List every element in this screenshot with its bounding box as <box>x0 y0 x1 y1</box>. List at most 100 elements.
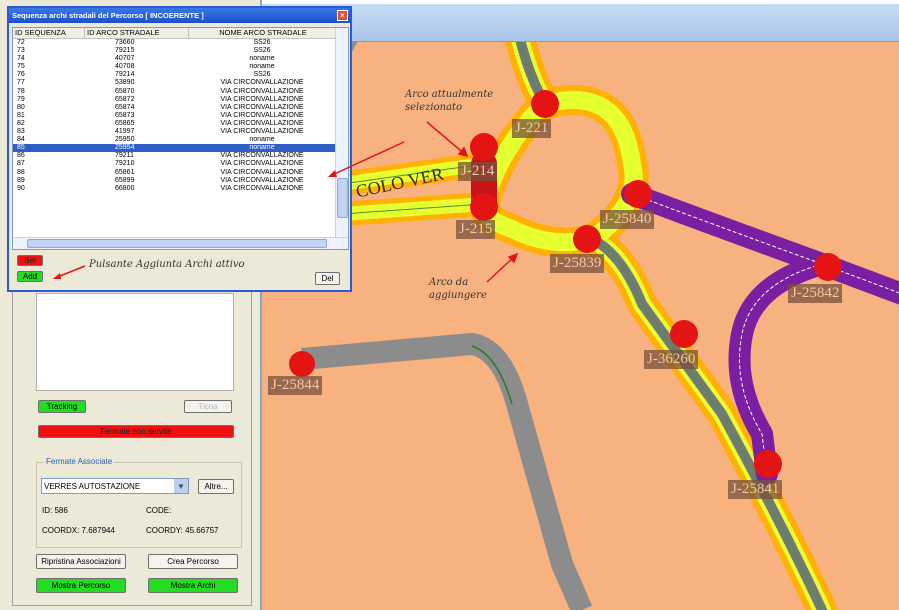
table-cell: VIA CIRCONVALLAZIONE <box>220 103 304 111</box>
coordx-label: COORDX: 7.687944 <box>42 526 115 535</box>
table-cell: 72 <box>17 39 25 46</box>
junction-label-25842: J-25842 <box>788 284 843 303</box>
table-cell: 79214 <box>115 71 135 79</box>
table-cell: 88 <box>17 168 25 176</box>
add-button[interactable]: Add <box>17 271 43 282</box>
table-cell: 78 <box>17 87 25 95</box>
del-button[interactable]: Del <box>315 272 340 285</box>
scrollbar-thumb[interactable] <box>27 239 327 248</box>
table-cell: VIA CIRCONVALLAZIONE <box>220 79 304 87</box>
fermate-list[interactable] <box>36 293 234 391</box>
fermate-associate-group <box>36 462 242 548</box>
table-cell: SS26 <box>253 47 271 55</box>
code-label: CODE: <box>146 506 172 515</box>
table-cell: 65865 <box>115 119 135 127</box>
column-header-id-arco[interactable]: ID ARCO STRADALE <box>85 28 189 38</box>
table-cell: 85 <box>17 144 25 152</box>
table-row[interactable]: 80 65874 VIA CIRCONVALLAZIONE <box>13 104 348 112</box>
sel-button[interactable]: Sel <box>17 255 43 266</box>
table-cell: 40708 <box>115 63 135 71</box>
table-cell: 87 <box>17 160 25 168</box>
close-icon[interactable]: × <box>337 10 348 21</box>
grid-body: 72 73660 SS26 73 79215 SS26 74 40707 noname 75 407… <box>13 39 348 193</box>
table-row[interactable]: 74 40707 noname <box>13 55 348 63</box>
table-row[interactable]: 77 53890 VIA CIRCONVALLAZIONE <box>13 79 348 87</box>
mostra-percorso-button[interactable]: Mostra Percorso <box>36 578 126 593</box>
dialog-titlebar[interactable]: Sequenza archi stradali del Percorso [ I… <box>9 8 350 23</box>
table-cell: VIA CIRCONVALLAZIONE <box>220 111 304 119</box>
coordy-label: COORDY: 45.66757 <box>146 526 219 535</box>
table-row[interactable]: 76 79214 SS26 <box>13 71 348 79</box>
annotation-selected-arc: Arco attualmente selezionato <box>405 89 494 113</box>
junction-label-214: J-214 <box>458 162 498 181</box>
table-row[interactable]: 88 65861 VIA CIRCONVALLAZIONE <box>13 169 348 177</box>
junction-label-25844: J-25844 <box>268 376 323 395</box>
table-cell: VIA CIRCONVALLAZIONE <box>220 87 304 95</box>
table-row[interactable]: 78 65870 VIA CIRCONVALLAZIONE <box>13 88 348 96</box>
map-canvas[interactable]: COLO VER J-221 J-214 J-215 J-25840 J-258… <box>262 4 899 610</box>
mostra-archi-button[interactable]: Mostra Archi <box>148 578 238 593</box>
table-cell: noname <box>249 63 275 71</box>
table-cell: 82 <box>17 119 25 127</box>
table-row[interactable]: 82 65865 VIA CIRCONVALLAZIONE <box>13 120 348 128</box>
table-cell: 53890 <box>115 79 135 87</box>
table-row[interactable]: 87 79210 VIA CIRCONVALLAZIONE <box>13 160 348 168</box>
junction-label-25839: J-25839 <box>550 254 605 273</box>
table-cell: 80 <box>17 103 25 111</box>
table-row[interactable]: 84 25950 noname <box>13 136 348 144</box>
junction-label-25840: J-25840 <box>600 210 655 229</box>
table-row[interactable]: 85 25954 noname <box>13 144 348 153</box>
fermata-select-value: VERRES AUTOSTAZIONE <box>44 481 141 491</box>
table-cell: 65873 <box>115 111 135 119</box>
table-row[interactable]: 72 73660 SS26 <box>13 39 348 47</box>
table-row[interactable]: 73 79215 SS26 <box>13 47 348 55</box>
road-network[interactable] <box>262 4 899 610</box>
table-cell: VIA CIRCONVALLAZIONE <box>220 128 304 136</box>
table-cell: SS26 <box>253 39 271 46</box>
table-cell: 77 <box>17 79 25 87</box>
ticna-button[interactable]: Ticna <box>184 400 232 413</box>
table-cell: 79215 <box>115 47 135 55</box>
table-cell: 90 <box>17 184 25 192</box>
table-cell: 86 <box>17 152 25 160</box>
table-cell: 65872 <box>115 95 135 103</box>
table-cell: VIA CIRCONVALLAZIONE <box>220 95 304 103</box>
id-label: ID: 586 <box>42 506 68 515</box>
table-row[interactable]: 90 66800 VIA CIRCONVALLAZIONE <box>13 185 348 193</box>
column-header-nome-arco[interactable]: NOME ARCO STRADALE <box>189 28 335 38</box>
grid-horizontal-scrollbar[interactable] <box>13 237 348 249</box>
table-cell: 73660 <box>115 39 135 46</box>
table-row[interactable]: 79 65872 VIA CIRCONVALLAZIONE <box>13 96 348 104</box>
column-header-id-sequenza[interactable]: ID SEQUENZA <box>13 28 85 38</box>
table-row[interactable]: 83 41997 VIA CIRCONVALLAZIONE <box>13 128 348 136</box>
annotation-add-button: Pulsante Aggiunta Archi attivo <box>89 259 245 270</box>
table-row[interactable]: 89 65899 VIA CIRCONVALLAZIONE <box>13 177 348 185</box>
altre-button[interactable]: Altre... <box>198 479 234 494</box>
table-cell: 41997 <box>115 128 135 136</box>
archi-grid[interactable]: ID SEQUENZA ID ARCO STRADALE NOME ARCO S… <box>12 27 349 250</box>
junction-label-215: J-215 <box>456 220 496 239</box>
table-cell: 79210 <box>115 160 135 168</box>
ripristina-associazioni-button[interactable]: Ripristina Associazioni <box>36 554 126 569</box>
tracking-button[interactable]: Tracking <box>38 400 86 413</box>
crea-percorso-button[interactable]: Crea Percorso <box>148 554 238 569</box>
table-cell: 65870 <box>115 87 135 95</box>
table-cell: 74 <box>17 55 25 63</box>
junction-label-25841: J-25841 <box>728 480 783 499</box>
fermata-select[interactable]: VERRES AUTOSTAZIONE ▼ <box>41 478 189 494</box>
junction-label-221: J-221 <box>512 119 552 138</box>
table-cell: 65899 <box>115 176 135 184</box>
annotation-arc-to-add: Arco da aggiungere <box>429 277 487 301</box>
table-row[interactable]: 81 65873 VIA CIRCONVALLAZIONE <box>13 112 348 120</box>
chevron-down-icon[interactable]: ▼ <box>174 479 188 493</box>
table-row[interactable]: 75 40708 noname <box>13 63 348 71</box>
table-cell: 79211 <box>115 152 134 160</box>
table-cell: 40707 <box>115 55 135 63</box>
dialog-title: Sequenza archi stradali del Percorso [ I… <box>12 11 204 20</box>
annotation-arrow <box>53 265 86 279</box>
table-cell: 81 <box>17 111 25 119</box>
table-cell: 65861 <box>115 168 135 176</box>
fermate-non-servite-button[interactable]: Fermate non servite <box>38 425 234 438</box>
table-row[interactable]: 86 79211 VIA CIRCONVALLAZIONE <box>13 152 348 160</box>
table-cell: 83 <box>17 128 25 136</box>
